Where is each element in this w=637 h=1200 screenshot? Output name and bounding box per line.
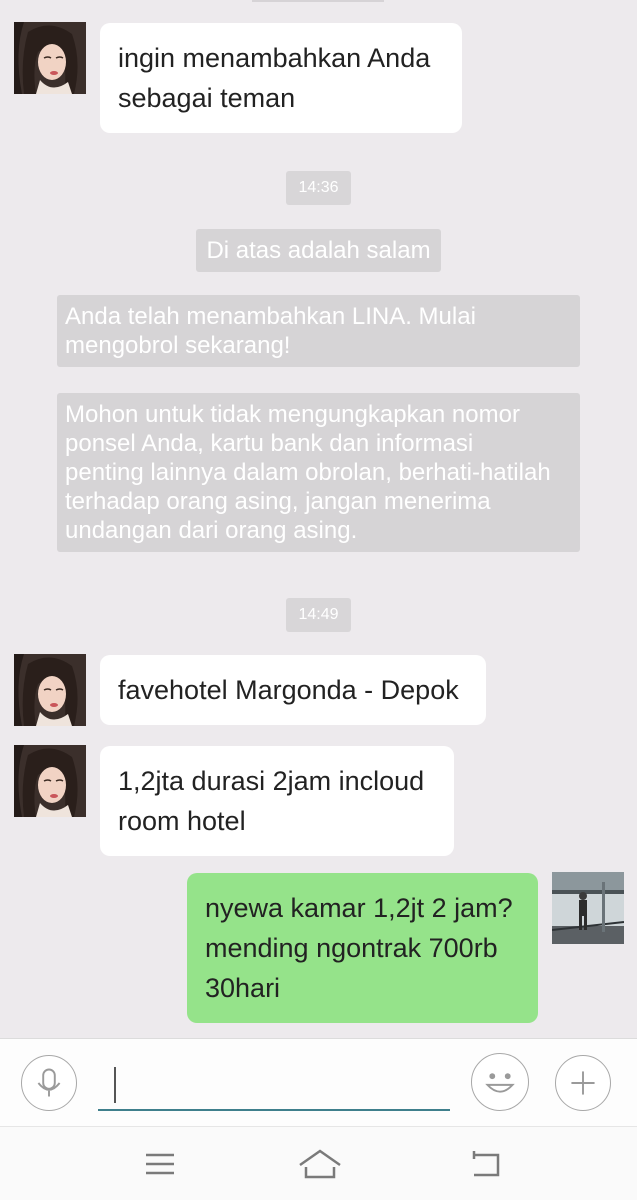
sent-message-bubble[interactable]: nyewa kamar 1,2jt 2 jam? mending ngontra… (187, 873, 538, 1023)
contact-avatar-image (14, 22, 86, 94)
system-notice: Anda telah menambahkan LINA. Mulai mengo… (57, 295, 580, 367)
contact-avatar-image (14, 745, 86, 817)
message-input[interactable] (98, 1059, 450, 1111)
nav-menu-button[interactable] (140, 1145, 180, 1183)
system-notice: Di atas adalah salam (196, 229, 441, 272)
my-avatar[interactable] (552, 872, 624, 944)
system-warning-notice: Mohon untuk tidak mengungkapkan nomor po… (57, 393, 580, 552)
voice-button[interactable] (21, 1055, 77, 1111)
text-caret (114, 1067, 116, 1103)
add-attachment-button[interactable] (555, 1055, 611, 1111)
contact-avatar[interactable] (14, 22, 86, 94)
my-avatar-image (552, 872, 624, 944)
microphone-icon (37, 1068, 61, 1097)
received-message-bubble[interactable]: 1,2jta durasi 2jam incloud room hotel (100, 746, 454, 856)
emoji-button[interactable] (471, 1053, 529, 1111)
timestamp: 14:36 (286, 171, 351, 205)
system-navigation-bar (0, 1126, 637, 1200)
home-icon (299, 1149, 341, 1179)
timestamp: 14:49 (286, 598, 351, 632)
received-message-bubble[interactable]: favehotel Margonda - Depok (100, 655, 486, 725)
chat-area[interactable]: ingin menambahkan Anda sebagai teman 14:… (0, 0, 637, 1038)
contact-avatar[interactable] (14, 745, 86, 817)
back-icon (472, 1151, 500, 1177)
nav-home-button[interactable] (297, 1145, 343, 1183)
received-message-bubble[interactable]: ingin menambahkan Anda sebagai teman (100, 23, 462, 133)
plus-icon (571, 1071, 595, 1095)
emoji-icon (485, 1073, 515, 1093)
nav-back-button[interactable] (466, 1145, 506, 1183)
message-input-bar (0, 1038, 637, 1126)
contact-avatar[interactable] (14, 654, 86, 726)
contact-avatar-image (14, 654, 86, 726)
menu-icon (146, 1153, 174, 1175)
